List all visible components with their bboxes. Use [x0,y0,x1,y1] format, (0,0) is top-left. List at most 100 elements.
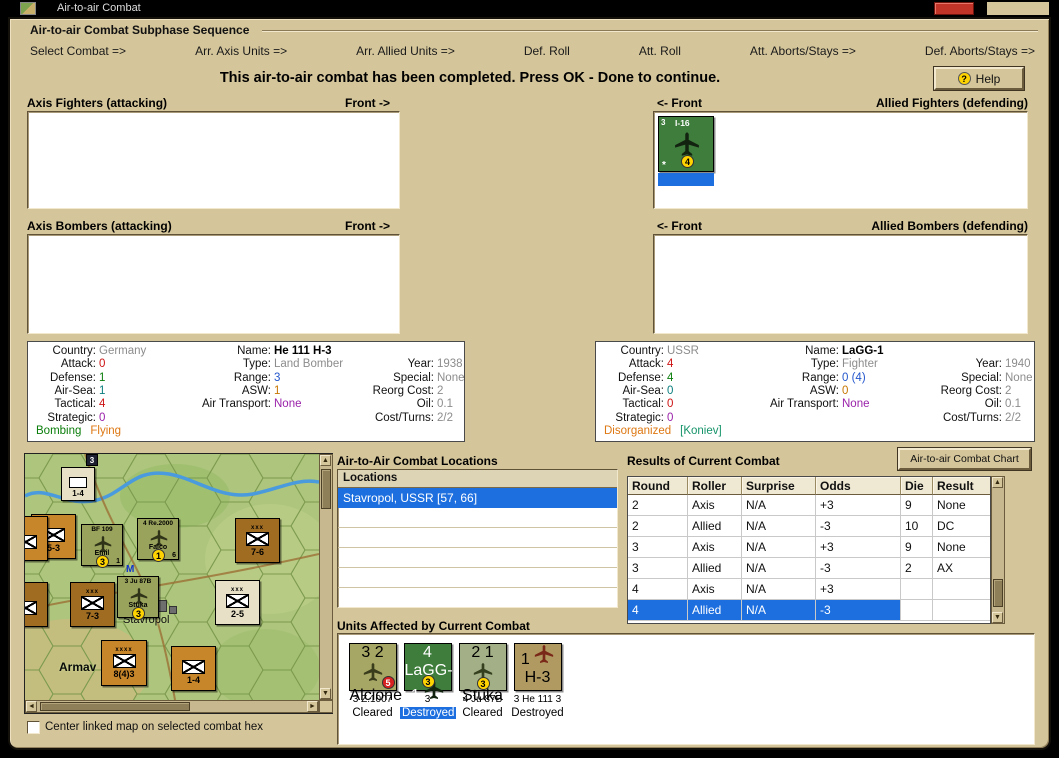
axis-fighters-listbox[interactable] [27,111,400,209]
cell-result: DC [933,516,990,537]
asw-value: 1 [274,384,281,397]
results-row[interactable]: 3 Axis N/A +3 9 None [628,537,990,558]
results-row[interactable]: 4 Axis N/A +3 [628,579,990,600]
scroll-left-arrow[interactable] [26,701,37,712]
results-scrollbar[interactable] [991,476,1005,624]
i16-selection-bar [658,173,714,186]
asw-label: ASW: [809,384,839,397]
step-att-aborts-stays[interactable]: Att. Aborts/Stays => [750,44,856,58]
center-map-checkbox[interactable] [27,721,40,734]
strategic-label: Strategic: [47,411,96,424]
col-surprise: Surprise [742,477,816,495]
map-unit-counter[interactable]: xxxx 8(4)3 [101,640,147,686]
location-row[interactable] [338,568,617,588]
map-vscrollbar[interactable] [319,454,333,700]
map-unit-counter[interactable]: 1-4 [61,467,95,501]
results-row[interactable]: 3 Allied N/A -3 2 AX [628,558,990,579]
cell-odds: +3 [816,579,901,600]
location-row[interactable] [338,528,617,548]
location-row-selected[interactable]: Stavropol, USSR [57, 66] [338,488,617,508]
cell-roller: Allied [688,516,742,537]
unit-counter-i16[interactable]: 3 I-16 * 4 [658,116,714,172]
cell-result: None [933,537,990,558]
reorg-badge: 3 [132,607,145,620]
results-row[interactable]: 2 Axis N/A +3 9 None [628,495,990,516]
allied-fighters-listbox[interactable]: 3 I-16 * 4 [653,111,1028,209]
location-row[interactable] [338,508,617,528]
step-def-roll[interactable]: Def. Roll [524,44,570,58]
unit-status-1: Disorganized [604,424,672,437]
scroll-down-arrow[interactable] [320,688,331,699]
scroll-up-arrow[interactable] [320,455,331,466]
hex-map-viewport[interactable]: Stavropol Armav 3 M 1-4 5-3 xxx 7-6 xxx … [25,454,319,700]
center-map-checkbox-label: Center linked map on selected combat hex [45,721,263,733]
unit-counter-ju87b[interactable]: 2 1 Stuka 3 [458,643,507,704]
unit-info-panel-allied: Country: USSR Name: LaGG-1 Attack: 4 Type: F… [595,341,1035,442]
air-counter-type: BF 109 [91,526,113,533]
counter-top-left: 4 [423,644,432,661]
map-unit-counter[interactable]: 1-4 [171,646,216,691]
air-transport-label: Air Transport: [769,398,839,411]
map-unit-counter[interactable]: xxx 7-3 [70,582,115,627]
step-arr-axis-units[interactable]: Arr. Axis Units => [195,44,287,58]
air-counter-number: 6 [172,552,176,559]
map-hscrollbar[interactable] [25,700,319,713]
results-scroll-thumb[interactable] [993,579,1003,607]
air-counter-number: 1 [116,558,120,565]
unit-caption: 3 He 111 3 [513,694,562,705]
map-air-counter-stuka[interactable]: 3 Ju 87B Stuka 3 [117,576,159,620]
titlebar-red-button[interactable] [934,2,974,15]
allied-bombers-listbox[interactable] [653,234,1028,334]
unit-status-1: Bombing [36,424,82,437]
counter-top-right: 1 [484,644,494,661]
hscroll-thumb[interactable] [40,702,190,711]
vscroll-thumb[interactable] [321,469,331,509]
step-select-combat[interactable]: Select Combat => [30,44,126,58]
attack-value: 0 [99,358,106,371]
step-def-aborts-stays[interactable]: Def. Aborts/Stays => [925,44,1035,58]
cell-die: 2 [901,558,933,579]
step-arr-allied-units[interactable]: Arr. Allied Units => [356,44,455,58]
help-button[interactable]: Help [934,67,1024,90]
locations-column-header: Locations [338,470,617,488]
titlebar: Air-to-air Combat [0,0,1059,17]
results-row[interactable]: 2 Allied N/A -3 10 DC [628,516,990,537]
combat-locations-listbox[interactable]: Locations Stavropol, USSR [57, 66] [337,469,618,608]
map-air-counter-emil[interactable]: BF 109 Emil 1 3 [81,524,123,568]
map-air-counter-falco[interactable]: 4 Re.2000 Falco 6 1 [137,518,179,562]
map-unit-counter[interactable]: xxx 7-6 [235,518,280,563]
name-label: Name: [805,345,839,357]
air-transport-value: None [274,398,302,411]
map-unit-counter[interactable] [25,582,48,627]
unit-counter-he111[interactable]: 1 H-3 [513,643,562,691]
defense-value: 4 [667,371,674,384]
attack-label: Attack: [60,358,96,371]
combat-chart-button[interactable]: Air-to-air Combat Chart [898,448,1031,470]
scroll-right-arrow[interactable] [307,701,318,712]
map-unit-counter[interactable]: xxx 2-5 [215,580,260,625]
cell-roller: Allied [688,600,742,621]
scroll-down-arrow[interactable] [992,612,1003,623]
defense-label: Defense: [49,371,96,384]
cell-die: 9 [901,495,933,516]
location-row[interactable] [338,548,617,568]
reorg-value: 2 [437,384,444,397]
unit-strength: 1-4 [186,674,200,685]
results-row-selected[interactable]: 4 Allied N/A -3 [628,600,990,621]
cell-surprise: N/A [742,600,816,621]
scroll-up-arrow[interactable] [992,477,1003,488]
i16-reorg-badge: 4 [681,155,694,168]
unit-status: Destroyed [400,707,457,719]
axis-bombers-listbox[interactable] [27,234,400,334]
results-title: Results of Current Combat [627,454,780,468]
results-table: Round Roller Surprise Odds Die Result 2 … [627,476,991,624]
unit-counter-lagg1[interactable]: 4 LaGG-1 3 [403,643,453,704]
cell-result [933,579,990,600]
map-unit-counter[interactable] [25,516,48,561]
step-att-roll[interactable]: Att. Roll [639,44,681,58]
country-label: Country: [620,345,664,357]
year-label: Year: [975,358,1002,371]
unit-counter-z1007[interactable]: 3 2 Alcione 5 [348,643,402,704]
type-label: Type: [810,358,839,371]
units-affected-title: Units Affected by Current Combat [337,619,530,633]
